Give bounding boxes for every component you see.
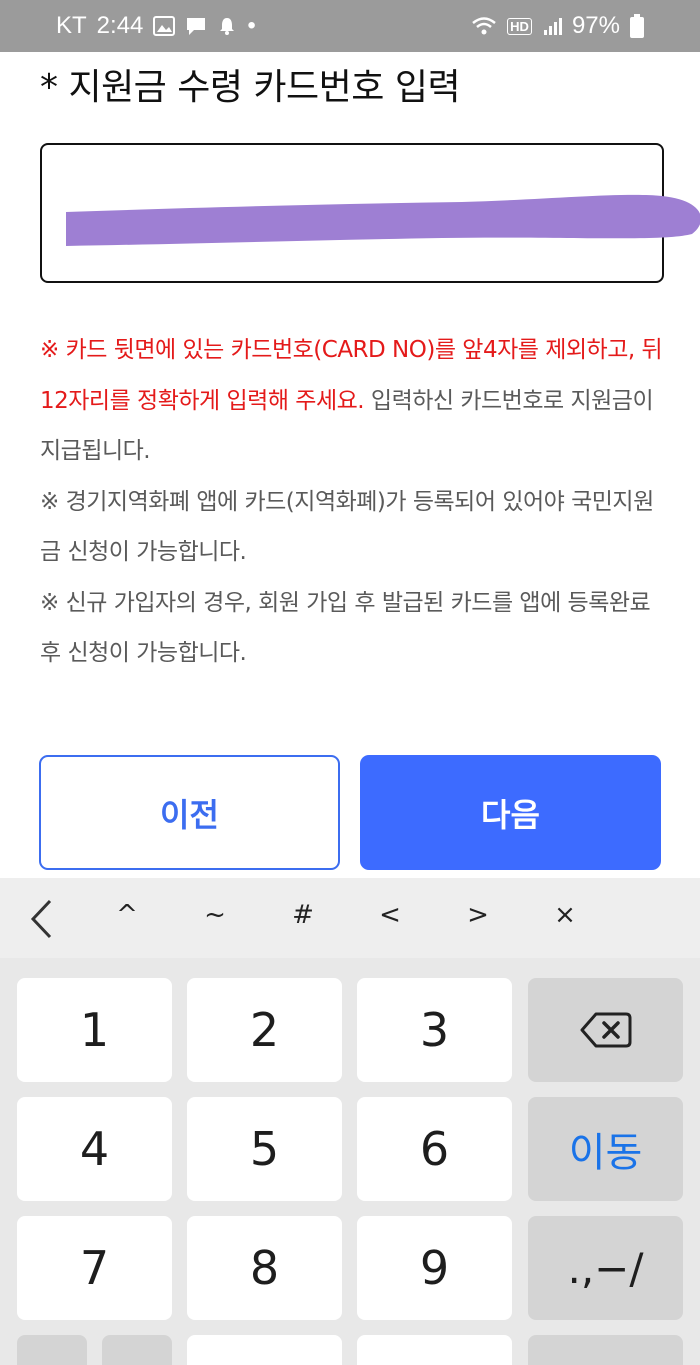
page-title: * 지원금 수령 카드번호 입력 <box>40 67 461 108</box>
punctuation-key[interactable]: .,−/ <box>528 1216 683 1320</box>
notice-text: ※ 카드 뒷면에 있는 카드번호(CARD NO)를 앞4자를 제외하고, 뒤 … <box>40 325 670 679</box>
symbol-tilde[interactable]: ~ <box>195 900 235 930</box>
back-arrow-icon[interactable] <box>28 898 54 944</box>
battery-percent: 97% <box>571 12 620 39</box>
backspace-key[interactable] <box>528 978 683 1082</box>
clock: 2:44 <box>96 12 144 39</box>
battery-icon <box>630 14 644 38</box>
key-4[interactable]: 4 <box>17 1097 172 1201</box>
key-7[interactable]: 7 <box>17 1216 172 1320</box>
next-button[interactable]: 다음 <box>360 755 661 870</box>
card-number-input[interactable] <box>42 145 662 281</box>
notice-line-1: ※ 카드 뒷면에 있는 카드번호(CARD NO)를 앞4자를 제외하고, 뒤 … <box>40 325 670 477</box>
symbol-row: ^ ~ # < > × <box>0 878 700 958</box>
notice-line-2: ※ 경기지역화폐 앱에 카드(지역화폐)가 등록되어 있어야 국민지원금 신청이… <box>40 488 654 566</box>
carrier-label: KT <box>56 12 87 39</box>
status-bar: KT 2:44 • HD 97% <box>0 0 700 52</box>
signal-icon <box>542 16 562 36</box>
symbol-hash[interactable]: # <box>283 900 323 930</box>
notice-mark: ※ <box>40 337 66 363</box>
numeric-keyboard: ^ ~ # < > × 1 2 3 4 5 6 이동 7 8 9 .,−/ <box>0 878 700 1365</box>
key-bottom-4[interactable] <box>357 1335 512 1365</box>
symbol-times[interactable]: × <box>545 900 585 930</box>
status-left: KT 2:44 • <box>56 12 256 40</box>
wifi-icon <box>471 16 497 36</box>
key-1[interactable]: 1 <box>17 978 172 1082</box>
bell-icon <box>217 16 237 36</box>
key-bottom-5[interactable] <box>528 1335 683 1365</box>
gallery-icon <box>153 16 176 36</box>
prev-button[interactable]: 이전 <box>39 755 340 870</box>
symbol-less-than[interactable]: < <box>370 900 410 930</box>
symbol-caret[interactable]: ^ <box>107 900 147 930</box>
notification-dot: • <box>247 12 256 39</box>
hd-voice-icon: HD <box>507 17 532 35</box>
status-right: HD 97% <box>471 12 644 40</box>
notice-line-3: ※ 신규 가입자의 경우, 회원 가입 후 발급된 카드를 앱에 등록완료 후 … <box>40 589 651 667</box>
move-key[interactable]: 이동 <box>528 1097 683 1201</box>
key-6[interactable]: 6 <box>357 1097 512 1201</box>
backspace-icon <box>580 1012 631 1048</box>
key-2[interactable]: 2 <box>187 978 342 1082</box>
key-bottom-1[interactable] <box>17 1335 87 1365</box>
key-3[interactable]: 3 <box>357 978 512 1082</box>
key-5[interactable]: 5 <box>187 1097 342 1201</box>
key-8[interactable]: 8 <box>187 1216 342 1320</box>
message-icon <box>185 16 207 36</box>
card-number-field[interactable] <box>40 143 700 283</box>
key-9[interactable]: 9 <box>357 1216 512 1320</box>
key-bottom-2[interactable] <box>102 1335 172 1365</box>
symbol-greater-than[interactable]: > <box>458 900 498 930</box>
key-bottom-3[interactable] <box>187 1335 342 1365</box>
